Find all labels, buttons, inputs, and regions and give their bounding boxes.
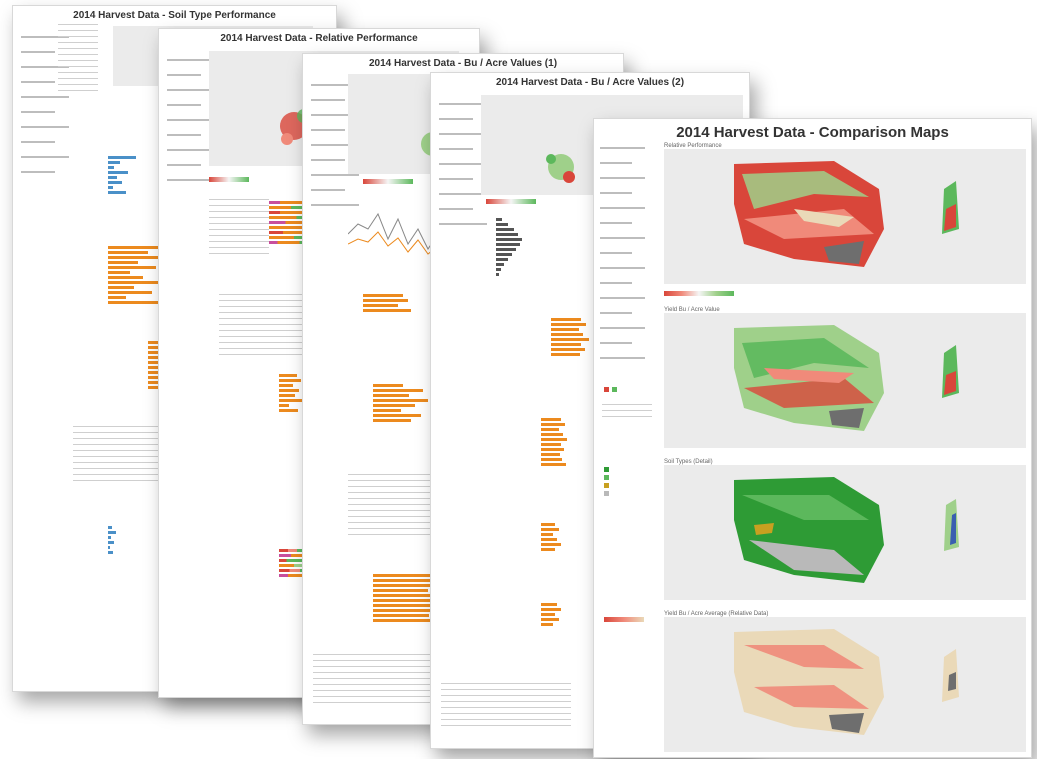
bar-chart-bottom	[108, 526, 116, 556]
sheet-title: 2014 Harvest Data - Bu / Acre Values (1)	[368, 58, 558, 69]
bar-chart-soil	[108, 156, 136, 196]
map-panel-soil	[664, 465, 1026, 600]
bar-chart-3	[373, 574, 435, 624]
field-map-average	[734, 629, 959, 735]
sheet-title: 2014 Harvest Data - Comparison Maps	[676, 124, 949, 141]
field-map-yield	[734, 325, 959, 431]
bar-chart-4	[541, 603, 561, 628]
legend-table	[58, 24, 98, 96]
color-scale	[209, 177, 249, 182]
filter-list	[600, 147, 645, 372]
legend-swatch	[604, 475, 609, 480]
legend-swatch	[604, 483, 609, 488]
legend-table	[602, 404, 652, 422]
sheet-title: 2014 Harvest Data - Relative Performance	[220, 33, 418, 44]
histogram	[496, 218, 522, 278]
map-panel-relative	[664, 149, 1026, 284]
legend-swatch	[604, 467, 609, 472]
bar-chart-2	[541, 418, 567, 468]
filter-list	[167, 59, 215, 194]
legend-swatch	[604, 491, 609, 496]
summary-table	[313, 654, 433, 708]
color-scale	[363, 179, 413, 184]
bar-chart-1	[363, 294, 411, 314]
legend-swatch	[604, 387, 609, 392]
legend-swatch	[612, 387, 617, 392]
color-scale	[486, 199, 536, 204]
field-map-soil	[734, 477, 959, 583]
bar-chart-2	[279, 374, 303, 414]
sheet-title: 2014 Harvest Data - Bu / Acre Values (2)	[495, 77, 685, 88]
map-panel-average	[664, 617, 1026, 752]
bar-chart-3	[541, 523, 561, 553]
filter-list	[439, 103, 487, 238]
report-sheet-comparison-maps: 2014 Harvest Data - Comparison Maps Rela…	[593, 118, 1032, 758]
field-map-relative	[734, 161, 959, 267]
bar-chart-2	[373, 384, 428, 424]
color-scale-average	[604, 617, 644, 622]
color-scale-relative	[664, 291, 734, 296]
empty-grid	[348, 474, 438, 540]
map-panel-yield	[664, 313, 1026, 448]
data-table	[209, 199, 269, 259]
bar-chart-1	[551, 318, 589, 358]
sheet-title: 2014 Harvest Data - Soil Type Performanc…	[73, 10, 276, 21]
summary-table	[441, 683, 571, 731]
